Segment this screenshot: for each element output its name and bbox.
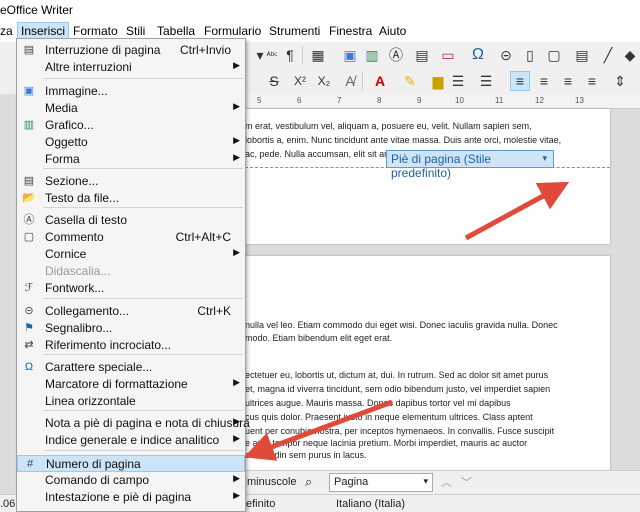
annotation-arrows: [243, 181, 570, 461]
arrow-to-footer: [464, 181, 570, 241]
arrow-to-page-number: [243, 399, 393, 461]
